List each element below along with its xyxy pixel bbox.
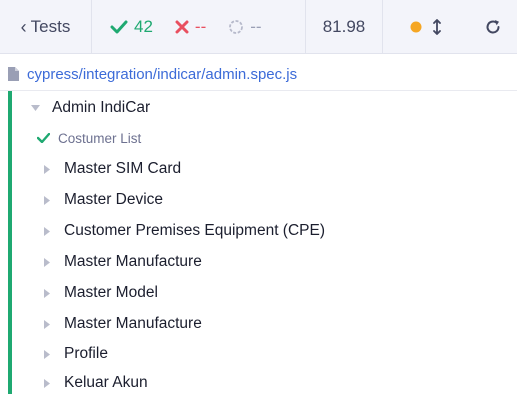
failed-count: -- bbox=[175, 17, 206, 37]
tree-item[interactable]: Keluar Akun bbox=[40, 372, 148, 394]
duration: 81.98 bbox=[306, 0, 383, 54]
check-icon bbox=[110, 20, 128, 34]
passed-count: 42 bbox=[110, 17, 153, 37]
chevron-left-icon: ‹ bbox=[20, 17, 27, 37]
tree-item[interactable]: Customer Premises Equipment (CPE) bbox=[40, 219, 325, 243]
reload-button[interactable] bbox=[468, 0, 517, 54]
pending-count: -- bbox=[228, 17, 262, 37]
spec-path-bar[interactable]: cypress/integration/indicar/admin.spec.j… bbox=[0, 60, 517, 88]
tree-item[interactable]: Master Manufacture bbox=[40, 250, 202, 274]
triangle-down-icon bbox=[28, 105, 42, 111]
suite-admin-indicar[interactable]: Admin IndiCar bbox=[28, 96, 150, 120]
test-costumer-list[interactable]: Costumer List bbox=[36, 127, 141, 149]
suite-pass-indicator bbox=[8, 91, 12, 394]
tree-item[interactable]: Master Manufacture bbox=[40, 312, 202, 336]
running-status[interactable] bbox=[383, 0, 468, 54]
test-stats: 42 -- -- bbox=[92, 0, 306, 54]
triangle-right-icon bbox=[40, 257, 54, 267]
tree-item[interactable]: Master Device bbox=[40, 188, 163, 212]
reload-icon bbox=[486, 20, 499, 34]
reporter-toolbar: ‹ Tests 42 -- -- 81.98 bbox=[0, 0, 517, 54]
triangle-right-icon bbox=[40, 288, 54, 298]
triangle-right-icon bbox=[40, 195, 54, 205]
triangle-right-icon bbox=[40, 319, 54, 329]
triangle-right-icon bbox=[40, 164, 54, 174]
up-down-arrow-icon[interactable] bbox=[432, 19, 442, 35]
tree-item[interactable]: Master SIM Card bbox=[40, 157, 181, 181]
divider bbox=[0, 90, 517, 91]
circle-spinner-icon bbox=[229, 20, 244, 34]
tree-item[interactable]: Master Model bbox=[40, 281, 158, 305]
back-label: Tests bbox=[30, 17, 71, 36]
spec-path[interactable]: cypress/integration/indicar/admin.spec.j… bbox=[27, 66, 297, 83]
x-icon bbox=[175, 20, 189, 34]
orange-dot-icon bbox=[410, 21, 421, 33]
tree-item[interactable]: Profile bbox=[40, 342, 108, 366]
triangle-right-icon bbox=[40, 349, 54, 359]
file-icon bbox=[8, 67, 19, 81]
check-icon bbox=[36, 133, 50, 143]
triangle-right-icon bbox=[40, 378, 54, 388]
triangle-right-icon bbox=[40, 226, 54, 236]
back-to-tests-button[interactable]: ‹ Tests bbox=[0, 0, 92, 54]
